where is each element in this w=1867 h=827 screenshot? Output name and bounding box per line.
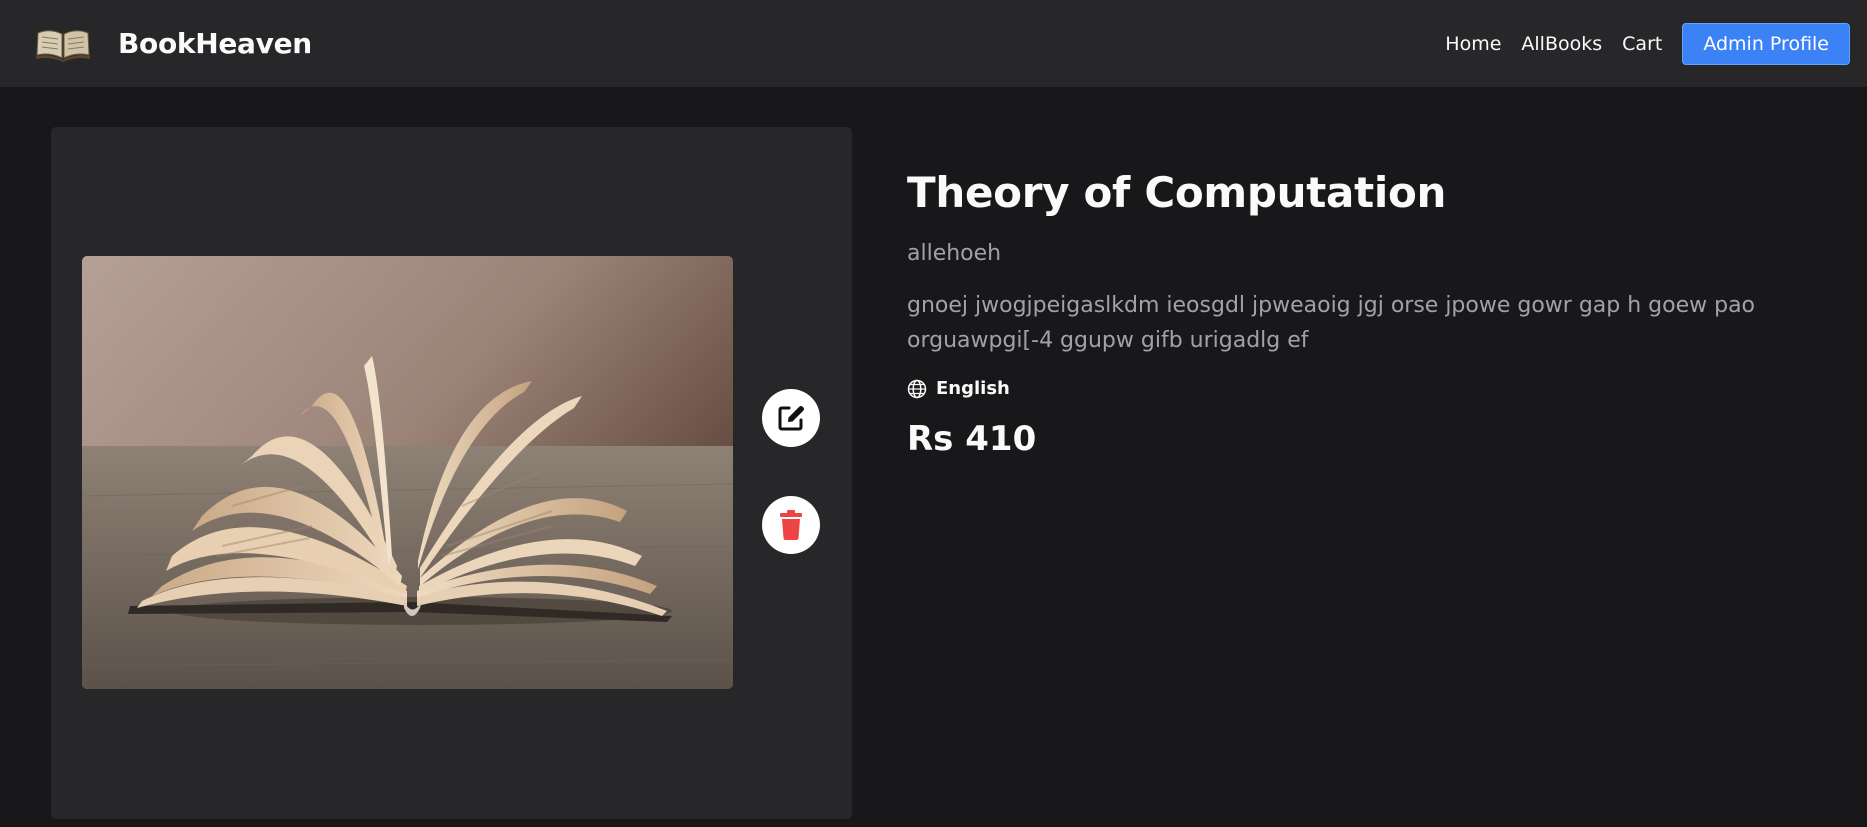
nav-link-cart[interactable]: Cart (1622, 33, 1662, 55)
book-description: gnoej jwogjpeigaslkdm ieosgdl jpweaoig j… (907, 293, 1756, 353)
nav-link-home[interactable]: Home (1445, 33, 1501, 55)
delete-button[interactable] (762, 496, 820, 554)
globe-icon (907, 379, 927, 398)
book-price: Rs 410 (907, 419, 1037, 459)
brand[interactable]: BookHeaven (34, 25, 312, 63)
navbar: BookHeaven Home AllBooks Cart Admin Prof… (0, 0, 1867, 87)
brand-name: BookHeaven (118, 27, 312, 60)
trash-icon (780, 510, 802, 540)
admin-profile-button[interactable]: Admin Profile (1682, 22, 1850, 65)
book-title: Theory of Computation (907, 168, 1447, 217)
book-language-label: English (936, 378, 1010, 399)
nav-link-allbooks[interactable]: AllBooks (1521, 33, 1602, 55)
book-image-panel (51, 127, 852, 819)
book-details: Theory of Computation allehoeh gnoej jwo… (907, 168, 1787, 459)
book-cover-image (82, 256, 733, 689)
edit-icon (778, 406, 804, 431)
nav-links: Home AllBooks Cart Admin Profile (1425, 22, 1850, 65)
edit-button[interactable] (762, 389, 820, 447)
book-author: allehoeh (907, 241, 1002, 266)
open-book-logo-icon (36, 29, 90, 62)
book-language: English (907, 378, 1787, 399)
